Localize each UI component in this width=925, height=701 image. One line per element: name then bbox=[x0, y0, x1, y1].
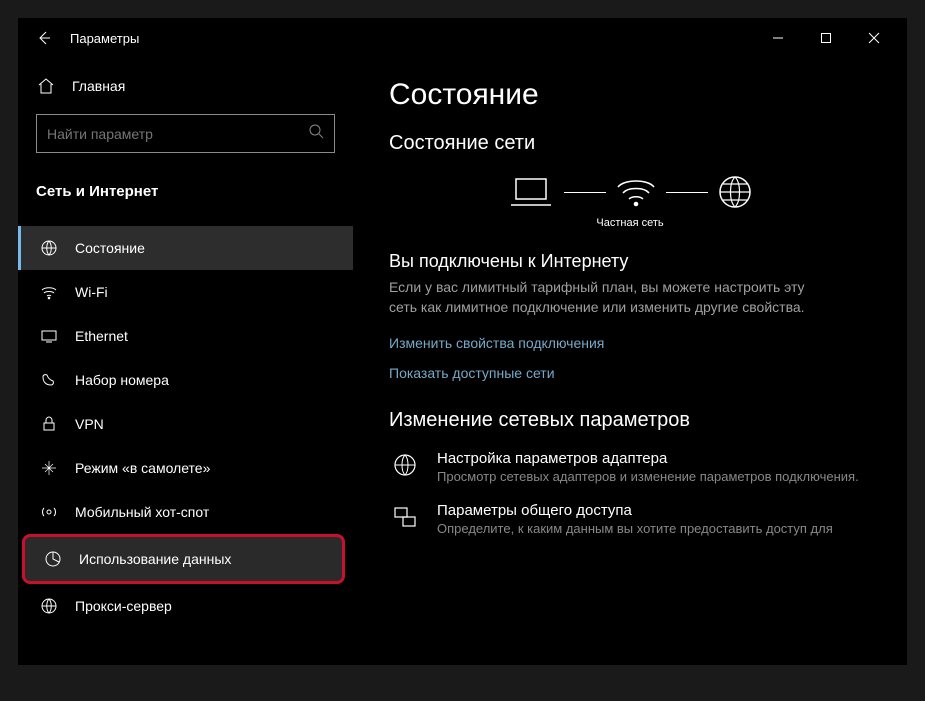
main-content: Состояние Состояние сети Частная сеть Вы… bbox=[353, 58, 907, 665]
home-label: Главная bbox=[72, 78, 125, 94]
sidebar-item-label: Прокси-сервер bbox=[75, 598, 172, 614]
sidebar-item-ethernet[interactable]: Ethernet bbox=[18, 314, 353, 358]
option-sharing-settings[interactable]: Параметры общего доступа Определите, к к… bbox=[389, 502, 871, 538]
network-type-label: Частная сеть bbox=[389, 217, 871, 229]
link-change-properties[interactable]: Изменить свойства подключения bbox=[389, 335, 871, 351]
option-title: Настройка параметров адаптера bbox=[437, 450, 871, 467]
data-usage-icon bbox=[43, 549, 63, 569]
back-button[interactable] bbox=[28, 22, 60, 54]
globe-icon bbox=[716, 173, 754, 211]
connection-line bbox=[564, 192, 606, 193]
option-desc: Просмотр сетевых адаптеров и изменение п… bbox=[437, 469, 871, 486]
airplane-icon bbox=[39, 458, 59, 478]
option-desc: Определите, к каким данным вы хотите пре… bbox=[437, 521, 871, 538]
maximize-icon bbox=[820, 32, 832, 44]
dialup-icon bbox=[39, 370, 59, 390]
close-icon bbox=[868, 32, 880, 44]
hotspot-icon bbox=[39, 502, 59, 522]
ethernet-icon bbox=[39, 326, 59, 346]
sidebar: Главная Сеть и Интернет Состояние Wi-Fi … bbox=[18, 58, 353, 665]
home-link[interactable]: Главная bbox=[18, 68, 353, 104]
search-input[interactable] bbox=[47, 126, 308, 142]
network-diagram bbox=[389, 173, 871, 211]
sidebar-item-label: VPN bbox=[75, 416, 104, 432]
adapter-icon bbox=[389, 450, 421, 486]
wifi-signal-icon bbox=[614, 173, 658, 211]
proxy-icon bbox=[39, 596, 59, 616]
minimize-icon bbox=[772, 32, 784, 44]
wifi-icon bbox=[39, 282, 59, 302]
home-icon bbox=[36, 76, 56, 96]
sidebar-item-data-usage[interactable]: Использование данных bbox=[22, 534, 345, 584]
section-network-status: Состояние сети bbox=[389, 132, 871, 155]
sidebar-item-proxy[interactable]: Прокси-сервер bbox=[18, 584, 353, 628]
maximize-button[interactable] bbox=[803, 22, 849, 54]
option-adapter-settings[interactable]: Настройка параметров адаптера Просмотр с… bbox=[389, 450, 871, 486]
connection-line bbox=[666, 192, 708, 193]
titlebar: Параметры bbox=[18, 18, 907, 58]
search-box[interactable] bbox=[36, 114, 335, 153]
connection-status-title: Вы подключены к Интернету bbox=[389, 251, 871, 272]
search-icon bbox=[308, 123, 324, 144]
vpn-icon bbox=[39, 414, 59, 434]
sidebar-item-wifi[interactable]: Wi-Fi bbox=[18, 270, 353, 314]
window-title: Параметры bbox=[70, 31, 755, 46]
connection-status-desc: Если у вас лимитный тарифный план, вы мо… bbox=[389, 278, 809, 317]
sidebar-item-label: Использование данных bbox=[79, 551, 231, 567]
window-controls bbox=[755, 22, 897, 54]
sidebar-item-dialup[interactable]: Набор номера bbox=[18, 358, 353, 402]
laptop-icon bbox=[506, 173, 556, 211]
close-button[interactable] bbox=[851, 22, 897, 54]
section-change-settings: Изменение сетевых параметров bbox=[389, 409, 871, 432]
sidebar-item-hotspot[interactable]: Мобильный хот-спот bbox=[18, 490, 353, 534]
sidebar-item-vpn[interactable]: VPN bbox=[18, 402, 353, 446]
back-arrow-icon bbox=[36, 30, 52, 46]
page-title: Состояние bbox=[389, 78, 871, 112]
sidebar-item-label: Режим «в самолете» bbox=[75, 460, 210, 476]
sharing-icon bbox=[389, 502, 421, 538]
sidebar-item-label: Wi-Fi bbox=[75, 284, 108, 300]
sidebar-item-label: Ethernet bbox=[75, 328, 128, 344]
option-title: Параметры общего доступа bbox=[437, 502, 871, 519]
sidebar-item-label: Набор номера bbox=[75, 372, 169, 388]
sidebar-item-airplane[interactable]: Режим «в самолете» bbox=[18, 446, 353, 490]
category-header: Сеть и Интернет bbox=[18, 171, 353, 212]
sidebar-item-status[interactable]: Состояние bbox=[18, 226, 353, 270]
minimize-button[interactable] bbox=[755, 22, 801, 54]
sidebar-item-label: Состояние bbox=[75, 240, 145, 256]
sidebar-item-label: Мобильный хот-спот bbox=[75, 504, 209, 520]
link-show-networks[interactable]: Показать доступные сети bbox=[389, 365, 871, 381]
status-icon bbox=[39, 238, 59, 258]
